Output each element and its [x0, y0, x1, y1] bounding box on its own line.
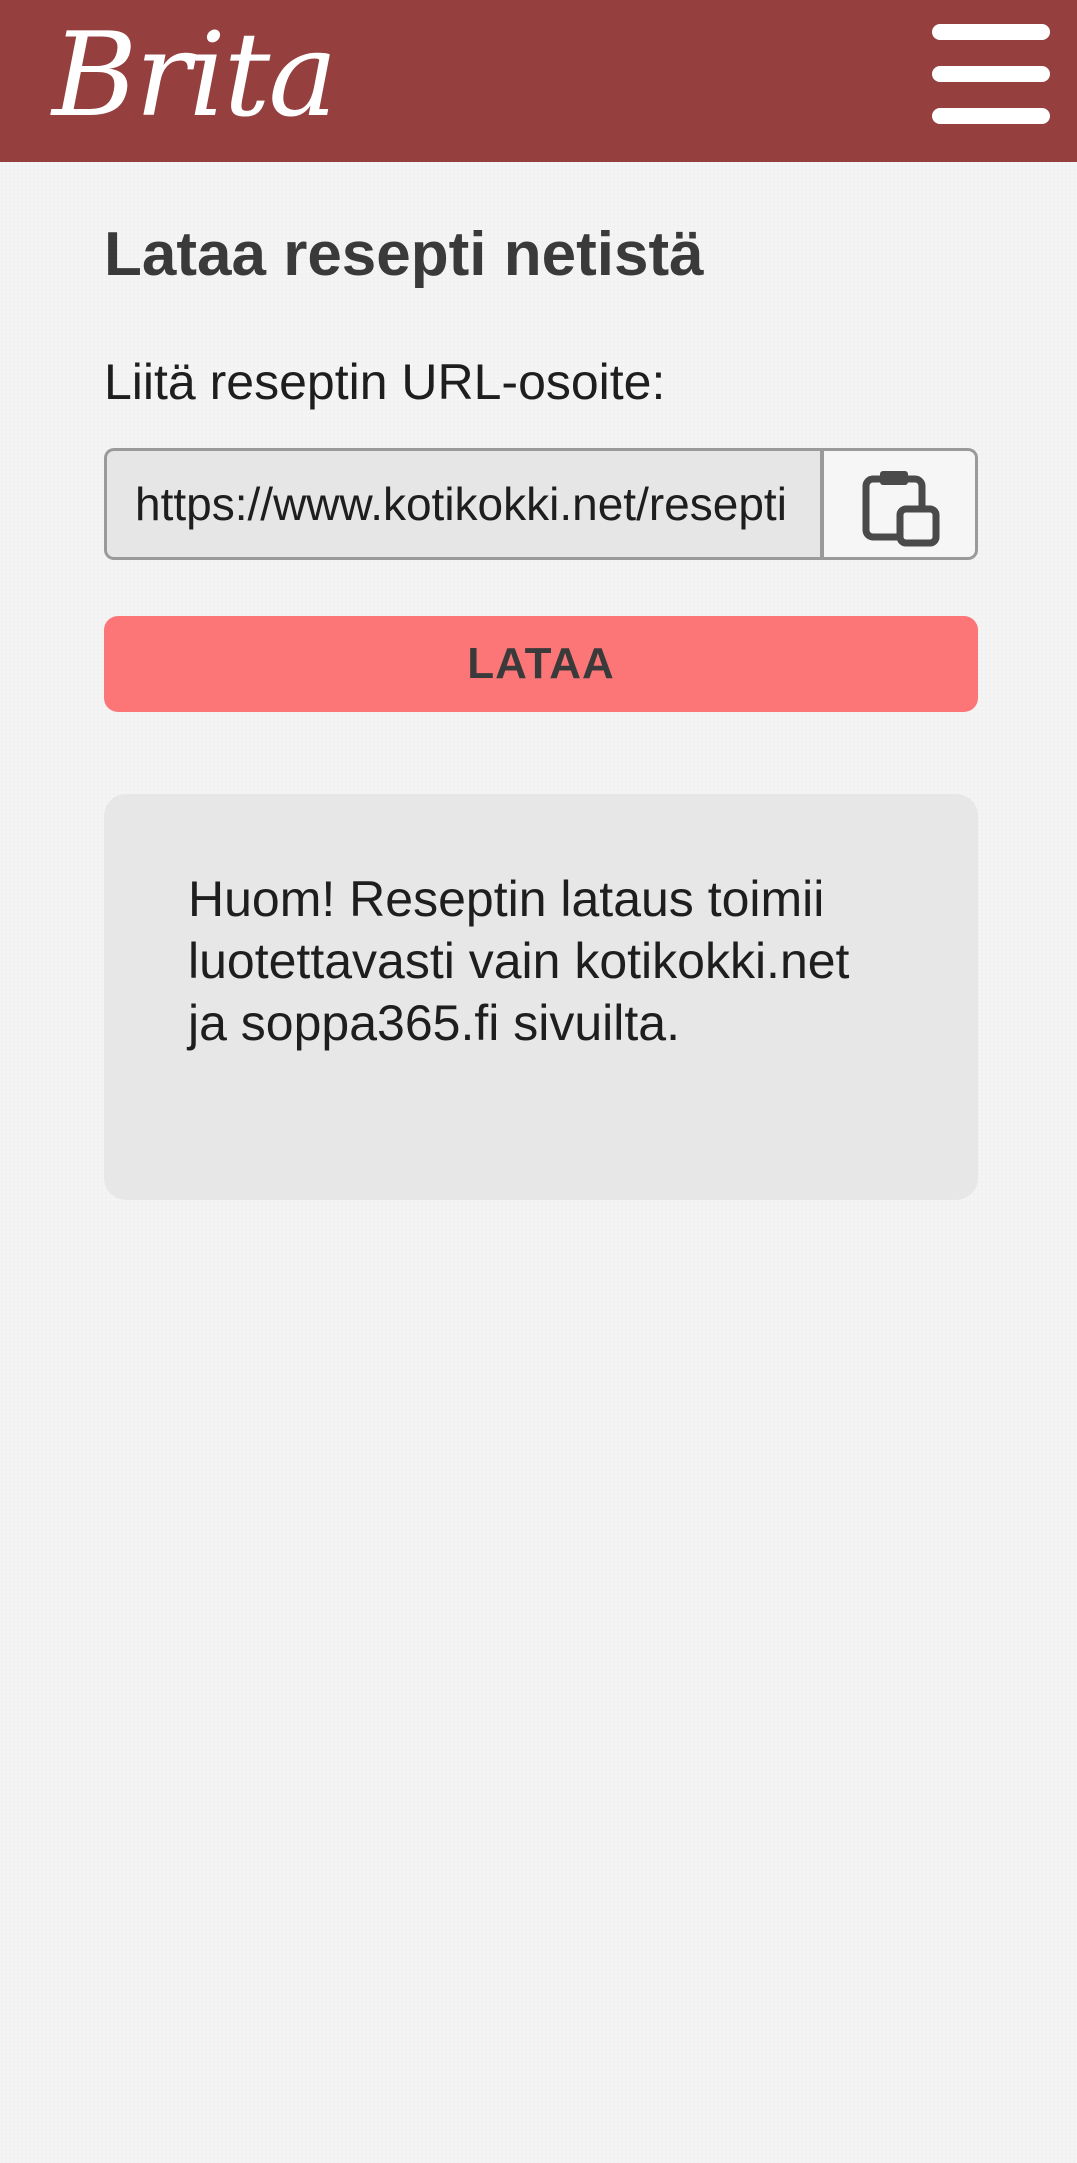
- brita-logo: Brita: [52, 8, 338, 143]
- menu-bar-middle: [932, 66, 1050, 82]
- load-button[interactable]: LATAA: [104, 616, 978, 712]
- notice-box: Huom! Reseptin lataus toimii luotettavas…: [104, 794, 978, 1200]
- notice-text: Huom! Reseptin lataus toimii luotettavas…: [188, 871, 850, 1051]
- hamburger-menu-icon[interactable]: [928, 24, 1054, 124]
- url-field-label: Liitä reseptin URL-osoite:: [104, 354, 666, 410]
- clipboard-paste-icon: [862, 471, 940, 547]
- menu-bar-bottom: [932, 108, 1050, 124]
- recipe-import-screen: Brita Lataa resepti netistä Liitä resept…: [0, 0, 1077, 2163]
- app-header: Brita: [0, 0, 1077, 162]
- paste-button[interactable]: [824, 448, 978, 560]
- menu-bar-top: [932, 24, 1050, 40]
- page-title: Lataa resepti netistä: [104, 220, 704, 289]
- url-input-group: [104, 448, 978, 560]
- url-input[interactable]: [104, 448, 824, 560]
